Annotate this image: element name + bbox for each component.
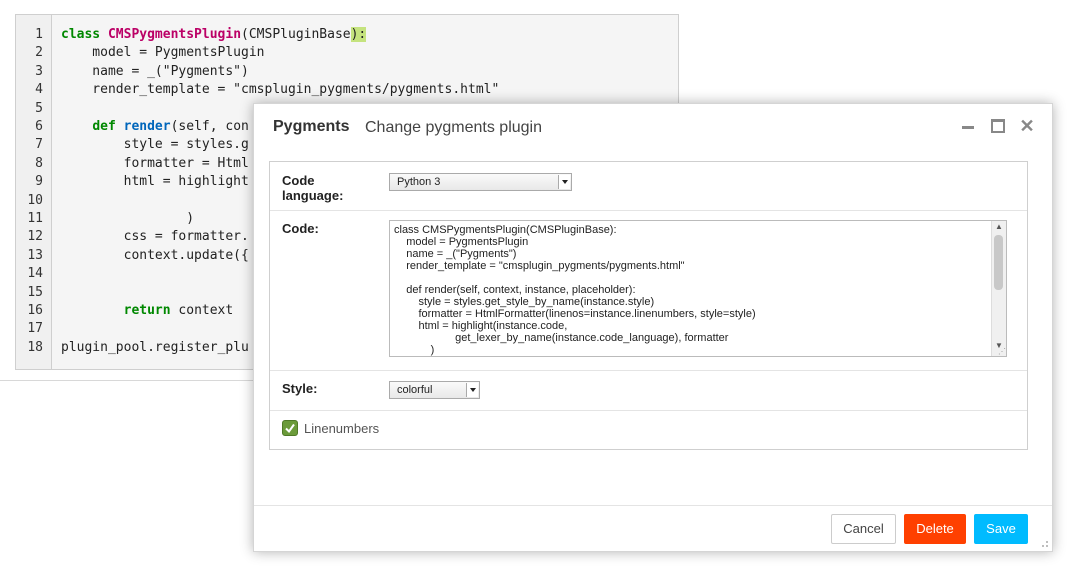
scroll-up-icon[interactable]: ▲ xyxy=(992,221,1006,233)
code-token: render_template = "cmsplugin_pygments/py… xyxy=(61,82,500,98)
textarea-line: html = highlight(instance.code, xyxy=(394,320,568,332)
minimize-icon[interactable] xyxy=(959,116,977,136)
linenumbers-label: Linenumbers xyxy=(304,421,380,436)
line-number: 16 xyxy=(27,303,43,318)
line-number: 12 xyxy=(27,229,43,245)
line-number: 2 xyxy=(35,45,43,61)
chevron-down-icon xyxy=(466,383,478,397)
line-number: 8 xyxy=(35,155,43,171)
line-number: 18 xyxy=(27,339,43,355)
code-token: plugin_pool.register_plu xyxy=(61,339,249,355)
plugin-form: Code language: Python 3 Code: class CMSP… xyxy=(269,161,1028,450)
delete-button[interactable]: Delete xyxy=(904,514,966,544)
line-number: 10 xyxy=(27,192,43,208)
code-language-label: Code language: xyxy=(282,173,344,203)
divider xyxy=(0,380,260,381)
code-token: (self, con xyxy=(170,118,249,134)
close-icon[interactable]: ✕ xyxy=(1018,116,1036,136)
line-number: 11 xyxy=(27,211,43,226)
line-number: 14 xyxy=(27,266,43,282)
textarea-line: formatter = HtmlFormatter(linenos=instan… xyxy=(394,308,756,320)
line-number: 4 xyxy=(35,82,43,98)
code-token: css = formatter. xyxy=(61,229,249,245)
code-token: name = _("Pygments") xyxy=(61,63,249,79)
line-number: 6 xyxy=(35,119,43,134)
style-row: Style: colorful xyxy=(270,370,1027,411)
code-line: class CMSPygmentsPlugin(CMSPluginBase): xyxy=(61,26,499,44)
code-line: render_template = "cmsplugin_pygments/py… xyxy=(61,81,499,99)
textarea-line: style = styles.get_style_by_name(instanc… xyxy=(394,296,655,308)
chevron-down-icon xyxy=(558,175,570,189)
style-value: colorful xyxy=(397,384,433,396)
code-token: ) xyxy=(61,210,195,226)
textarea-line: model = PygmentsPlugin xyxy=(394,236,529,248)
linenumbers-checkbox[interactable] xyxy=(282,420,298,436)
code-label: Code: xyxy=(282,221,319,236)
resize-grip-icon[interactable]: ⋰ xyxy=(998,348,1006,356)
code-textarea[interactable]: class CMSPygmentsPlugin(CMSPluginBase): … xyxy=(389,220,1007,357)
line-number-gutter: 1 2 3 4 5 6 7 8 9 10 11 12 13 14 15 16 17 18 xyxy=(16,15,52,369)
code-token: CMSPygmentsPlugin xyxy=(107,27,242,42)
textarea-line: ) xyxy=(394,344,435,356)
code-token: context.update({ xyxy=(61,247,249,263)
save-button[interactable]: Save xyxy=(974,514,1028,544)
modal-title: Pygments xyxy=(273,118,350,135)
code-language-row: Code language: Python 3 xyxy=(270,162,1027,211)
style-select[interactable]: colorful xyxy=(389,381,480,399)
code-token: (CMSPluginBase xyxy=(241,27,351,42)
code-language-value: Python 3 xyxy=(397,176,441,188)
code-token: context xyxy=(178,302,234,318)
resize-corner-icon[interactable] xyxy=(1039,538,1049,548)
textarea-line: name = _("Pygments") xyxy=(394,248,517,260)
maximize-icon[interactable] xyxy=(989,116,1007,136)
code-line: model = PygmentsPlugin xyxy=(61,44,499,62)
linenumbers-row: Linenumbers xyxy=(270,410,1027,450)
line-number: 15 xyxy=(27,284,43,300)
code-token: model = PygmentsPlugin xyxy=(61,45,265,61)
checkmark-icon xyxy=(285,423,295,434)
textarea-line: def render(self, context, instance, plac… xyxy=(394,284,636,296)
textarea-line: class CMSPygmentsPlugin(CMSPluginBase): xyxy=(394,224,617,236)
textarea-line xyxy=(394,272,756,284)
code-row: Code: class CMSPygmentsPlugin(CMSPluginB… xyxy=(270,210,1027,371)
scroll-thumb[interactable] xyxy=(994,235,1003,290)
code-token: style = styles.g xyxy=(61,137,249,153)
line-number: 3 xyxy=(35,63,43,79)
modal-subtitle: Change pygments plugin xyxy=(365,119,543,136)
code-token: html = highlight xyxy=(61,174,249,190)
code-token: class xyxy=(61,27,108,42)
textarea-line: get_lexer_by_name(instance.code_language… xyxy=(394,332,729,344)
line-number: 13 xyxy=(27,247,43,263)
code-token: render xyxy=(123,118,171,134)
cancel-button[interactable]: Cancel xyxy=(831,514,896,544)
textarea-scrollbar[interactable]: ▲ ▼ xyxy=(991,221,1006,356)
textarea-line: render_template = "cmsplugin_pygments/py… xyxy=(394,260,685,272)
code-textarea-content: class CMSPygmentsPlugin(CMSPluginBase): … xyxy=(394,224,756,356)
code-token: ): xyxy=(350,27,367,42)
code-token: return xyxy=(123,302,179,318)
modal-footer: Cancel Delete Save xyxy=(254,505,1052,551)
line-number: 5 xyxy=(35,100,43,116)
code-token: def xyxy=(92,118,124,134)
plugin-modal: Pygments Change pygments plugin ✕ Code l… xyxy=(253,103,1053,552)
code-language-select[interactable]: Python 3 xyxy=(389,173,572,191)
modal-header: Pygments Change pygments plugin ✕ xyxy=(254,104,1052,150)
line-number: 9 xyxy=(35,174,43,190)
code-line: name = _("Pygments") xyxy=(61,63,499,81)
line-number: 17 xyxy=(27,321,43,337)
line-number: 7 xyxy=(35,137,43,153)
code-token: formatter = Html xyxy=(61,155,249,171)
line-number: 1 xyxy=(35,27,43,42)
style-label: Style: xyxy=(282,381,318,396)
